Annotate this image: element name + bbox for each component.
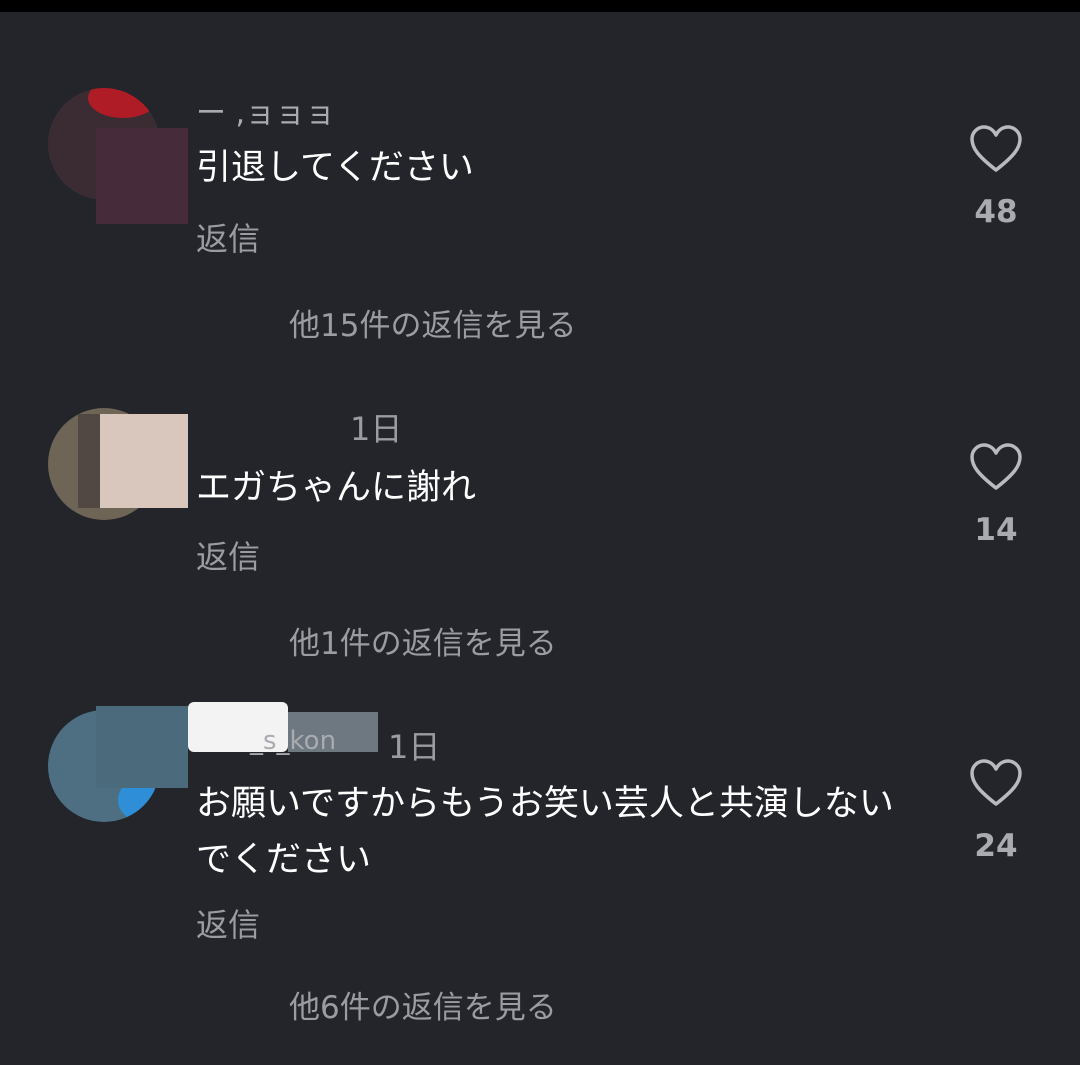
comment-item: ー ,ョョョ 引退してください 返信 他15件の返信を見る 48 — [0, 0, 1080, 344]
comment-time: 1日 — [350, 410, 403, 448]
reply-button[interactable]: 返信 — [196, 214, 260, 260]
heart-outline-icon — [970, 125, 1022, 172]
comment-item: _s_kon 1日 お願いですからもうお笑い芸人と共演しないでください 返信 他… — [0, 690, 1080, 1065]
comment-time: 1日 — [388, 728, 441, 766]
comment-text: お願いですからもうお笑い芸人と共演しないでください — [196, 784, 894, 880]
like-count: 48 — [974, 194, 1018, 230]
heart-outline-icon — [970, 443, 1022, 490]
comment-username[interactable]: _s_kon — [250, 726, 336, 756]
heart-outline-icon — [970, 759, 1022, 806]
like-count: 14 — [974, 512, 1018, 548]
comment-item: 1日 エガちゃんに謝れ 返信 他1件の返信を見る 14 — [0, 318, 1080, 662]
comment-username[interactable]: ー ,ョョョ — [196, 88, 335, 132]
reply-button[interactable]: 返信 — [196, 900, 260, 946]
like-button[interactable] — [966, 754, 1026, 814]
redaction-block — [96, 128, 188, 224]
view-more-replies-button[interactable]: 他6件の返信を見る — [289, 982, 557, 1027]
view-more-replies-button[interactable]: 他1件の返信を見る — [289, 618, 557, 663]
comment-text: 引退してください — [196, 148, 474, 188]
like-count: 24 — [974, 828, 1018, 864]
reply-button[interactable]: 返信 — [196, 532, 260, 578]
redaction-block — [78, 414, 102, 508]
like-button[interactable] — [966, 438, 1026, 498]
redaction-block — [100, 414, 188, 508]
like-button[interactable] — [966, 120, 1026, 180]
comment-text: エガちゃんに謝れ — [196, 468, 477, 508]
redaction-block — [96, 706, 188, 788]
